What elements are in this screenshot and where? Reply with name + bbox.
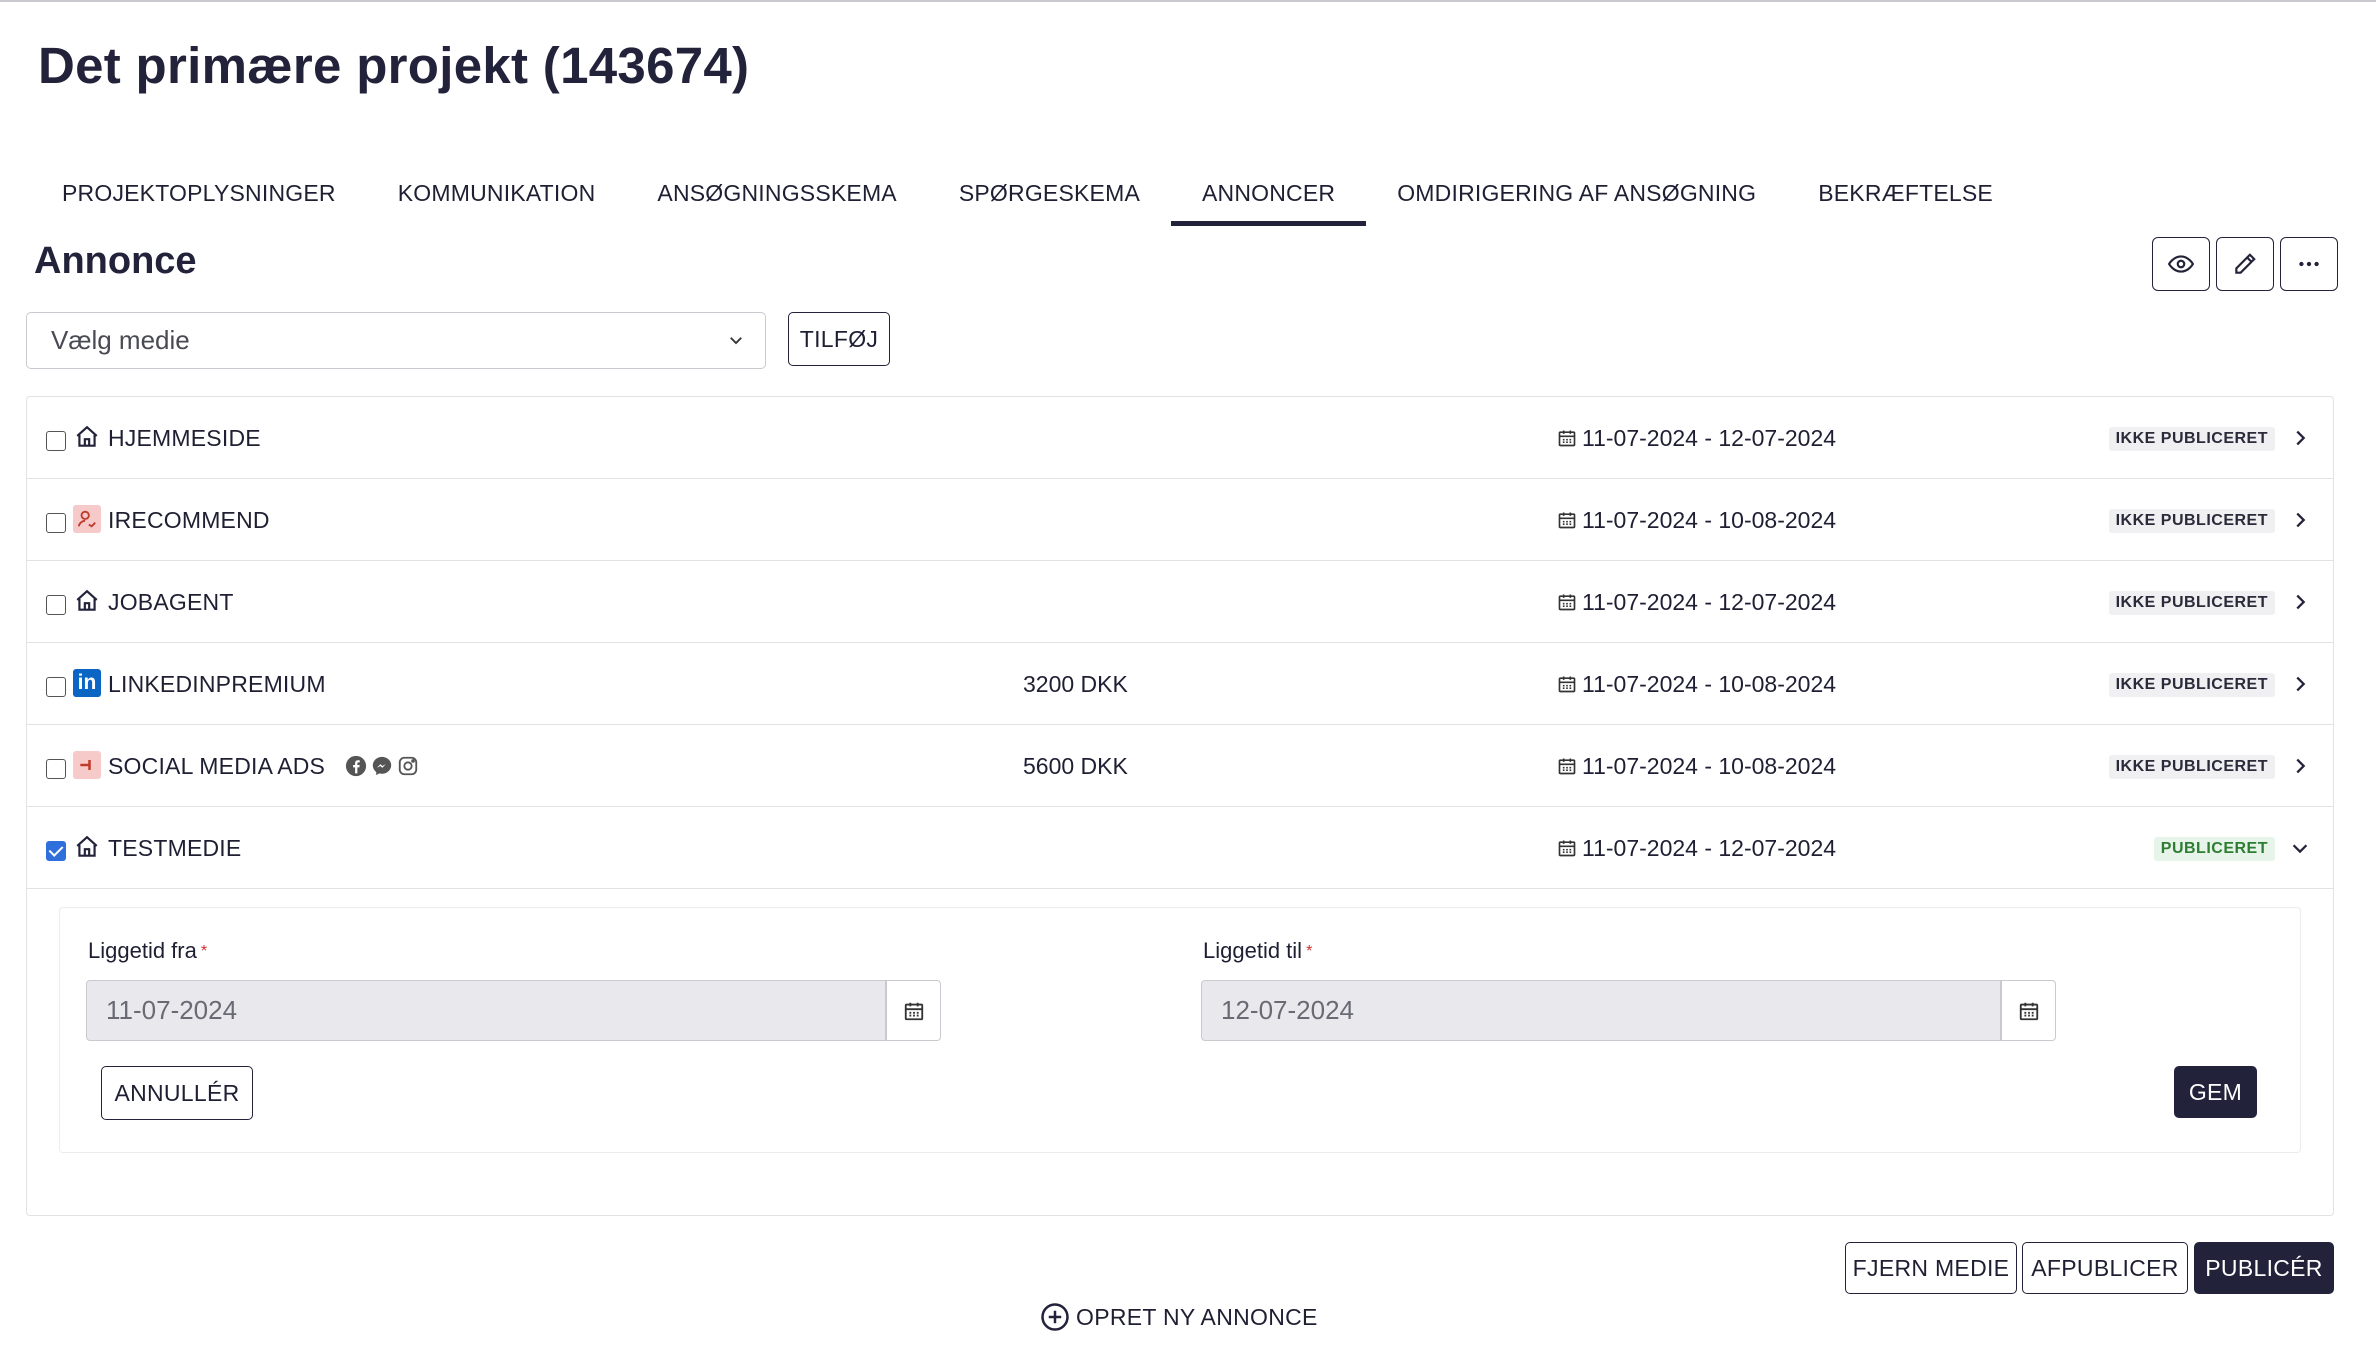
media-checkbox[interactable] [46, 677, 66, 697]
media-select-value: Vælg medie [51, 325, 190, 355]
media-dates-text: 11-07-2024 - 10-08-2024 [1582, 753, 1837, 779]
media-checkbox[interactable] [46, 513, 66, 533]
media-name: TESTMEDIE [108, 835, 242, 861]
more-horizontal-icon [2299, 261, 2319, 267]
media-dates: 11-07-2024 - 10-08-2024 [1557, 669, 1836, 699]
calendar-icon [1558, 676, 1576, 693]
status-badge: IKKE PUBLICERET [2108, 427, 2275, 451]
from-date-input[interactable]: 11-07-2024 [86, 980, 886, 1041]
linkedin-icon: in [73, 669, 101, 697]
media-checkbox[interactable] [46, 431, 66, 451]
calendar-icon [1558, 594, 1576, 611]
irecommend-icon [73, 505, 101, 533]
chevron-right-icon[interactable] [2289, 427, 2311, 449]
status-badge: IKKE PUBLICERET [2108, 591, 2275, 615]
create-new-ad-button[interactable]: OPRET NY ANNONCE [1040, 1302, 1318, 1332]
section-title: Annonce [34, 240, 197, 282]
media-dates: 11-07-2024 - 12-07-2024 [1557, 587, 1836, 617]
to-field-label: Liggetid til * [1203, 938, 1313, 963]
media-dates-text: 11-07-2024 - 10-08-2024 [1582, 671, 1837, 697]
home-icon [73, 833, 101, 861]
plus-circle-icon [1041, 1303, 1069, 1331]
tab-bekraeftelse[interactable]: BEKRÆFTELSE [1787, 168, 2024, 226]
social-media-ads-icon [73, 751, 101, 779]
status-badge: IKKE PUBLICERET [2108, 673, 2275, 697]
media-checkbox[interactable] [46, 759, 66, 779]
tab-projektoplysninger[interactable]: PROJEKTOPLYSNINGER [31, 168, 367, 226]
add-media-button[interactable]: TILFØJ [788, 312, 890, 366]
media-dates-text: 11-07-2024 - 12-07-2024 [1582, 835, 1837, 861]
calendar-icon [1558, 758, 1576, 775]
save-button[interactable]: GEM [2174, 1066, 2257, 1118]
chevron-right-icon[interactable] [2289, 509, 2311, 531]
top-divider [0, 0, 2376, 2]
remove-media-button[interactable]: FJERN MEDIE [1845, 1242, 2017, 1294]
media-price: 3200 DKK [1023, 671, 1128, 697]
calendar-icon [904, 1002, 923, 1020]
media-list: HJEMMESIDE 11-07-2024 - 12-07-2024 IKKE … [26, 396, 2334, 1216]
status-badge: PUBLICERET [2153, 837, 2275, 861]
media-name: LINKEDINPREMIUM [108, 671, 326, 697]
media-name: HJEMMESIDE [108, 425, 261, 451]
tab-annoncer[interactable]: ANNONCER [1170, 168, 1367, 226]
media-dates: 11-07-2024 - 10-08-2024 [1557, 751, 1836, 781]
home-icon [73, 423, 101, 451]
chevron-right-icon[interactable] [2289, 673, 2311, 695]
media-name: IRECOMMEND [108, 507, 270, 533]
cancel-button[interactable]: ANNULLÉR [101, 1066, 253, 1120]
chevron-down-icon[interactable] [2289, 837, 2311, 859]
preview-button[interactable] [2152, 237, 2210, 291]
pencil-icon [2235, 253, 2256, 274]
eye-icon [2168, 255, 2194, 273]
status-badge: IKKE PUBLICERET [2108, 509, 2275, 533]
chevron-right-icon[interactable] [2289, 591, 2311, 613]
status-badge: IKKE PUBLICERET [2108, 755, 2275, 779]
tab-kommunikation[interactable]: KOMMUNIKATION [367, 168, 627, 226]
media-name: SOCIAL MEDIA ADS [108, 753, 326, 779]
chevron-right-icon[interactable] [2289, 755, 2311, 777]
media-row-testmedie[interactable]: TESTMEDIE 11-07-2024 - 12-07-2024 PUBLIC… [27, 807, 2333, 889]
media-dates: 11-07-2024 - 10-08-2024 [1557, 505, 1836, 535]
calendar-icon [2019, 1002, 2038, 1020]
facebook-icon [345, 755, 367, 777]
media-name: JOBAGENT [108, 589, 234, 615]
media-dates-text: 11-07-2024 - 10-08-2024 [1582, 507, 1837, 533]
calendar-icon [1558, 430, 1576, 447]
tab-ansoegningsskema[interactable]: ANSØGNINGSSKEMA [626, 168, 927, 226]
media-dates: 11-07-2024 - 12-07-2024 [1557, 833, 1836, 863]
publish-button[interactable]: PUBLICÉR [2194, 1242, 2334, 1294]
media-select[interactable]: Vælg medie [26, 312, 766, 369]
page-title: Det primære projekt (143674) [38, 37, 750, 94]
calendar-icon [1558, 512, 1576, 529]
to-date-input[interactable]: 12-07-2024 [1201, 980, 2001, 1041]
tab-omdirigering-af-ansoegning[interactable]: OMDIRIGERING AF ANSØGNING [1366, 168, 1787, 226]
social-channel-icons [345, 755, 419, 777]
create-new-ad-label: OPRET NY ANNONCE [1076, 1303, 1318, 1330]
media-dates: 11-07-2024 - 12-07-2024 [1557, 423, 1836, 453]
more-options-button[interactable] [2280, 237, 2338, 291]
from-date-picker-button[interactable] [886, 980, 941, 1041]
edit-button[interactable] [2216, 237, 2274, 291]
instagram-icon [398, 756, 418, 776]
tab-bar: PROJEKTOPLYSNINGER KOMMUNIKATION ANSØGNI… [31, 168, 2024, 226]
media-detail-form: Liggetid fra * 11-07-2024 Liggetid til * 1… [59, 907, 2301, 1153]
from-field-label: Liggetid fra * [88, 938, 208, 963]
media-row-irecommend[interactable]: IRECOMMEND 11-07-2024 - 10-08-2024 IKKE … [27, 479, 2333, 561]
to-date-picker-button[interactable] [2001, 980, 2056, 1041]
media-row-social-media-ads[interactable]: SOCIAL MEDIA ADS 5600 DKK 11-07-2024 - 1… [27, 725, 2333, 807]
calendar-icon [1558, 840, 1576, 857]
media-dates-text: 11-07-2024 - 12-07-2024 [1582, 425, 1837, 451]
media-dates-text: 11-07-2024 - 12-07-2024 [1582, 589, 1837, 615]
home-icon [73, 587, 101, 615]
media-row-linkedinpremium[interactable]: in LINKEDINPREMIUM 3200 DKK 11-07-2024 -… [27, 643, 2333, 725]
chevron-down-icon [730, 337, 742, 345]
unpublish-button[interactable]: AFPUBLICER [2022, 1242, 2188, 1294]
messenger-icon [372, 756, 392, 776]
media-row-hjemmeside[interactable]: HJEMMESIDE 11-07-2024 - 12-07-2024 IKKE … [27, 397, 2333, 479]
tab-spoergeskema[interactable]: SPØRGESKEMA [928, 168, 1171, 226]
media-checkbox[interactable] [46, 841, 66, 861]
media-row-jobagent[interactable]: JOBAGENT 11-07-2024 - 12-07-2024 IKKE PU… [27, 561, 2333, 643]
media-price: 5600 DKK [1023, 753, 1128, 779]
media-checkbox[interactable] [46, 595, 66, 615]
